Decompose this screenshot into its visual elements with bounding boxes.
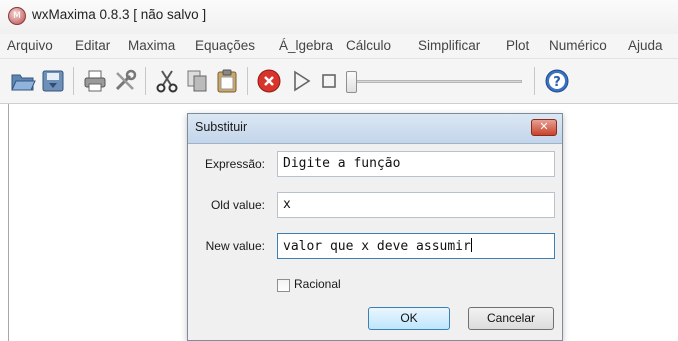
menu-arquivo[interactable]: Arquivo <box>7 38 53 53</box>
toolbar-separator <box>534 67 535 95</box>
menu-numerico[interactable]: Numérico <box>549 38 607 53</box>
copy-icon[interactable] <box>184 68 210 94</box>
close-button[interactable]: ✕ <box>531 119 557 136</box>
new-value-label: New value: <box>205 239 265 253</box>
text-caret <box>470 238 472 252</box>
menu-calculo[interactable]: Cálculo <box>346 38 391 53</box>
wxmaxima-app-icon: M <box>8 7 26 25</box>
toolbar-separator <box>145 67 146 95</box>
stop-icon[interactable] <box>316 68 342 94</box>
expression-field[interactable]: Digite a função <box>277 151 555 177</box>
save-icon[interactable] <box>40 68 66 94</box>
open-folder-icon[interactable] <box>10 68 36 94</box>
window-titlebar: M wxMaxima 0.8.3 [ não salvo ] <box>0 0 678 34</box>
rational-checkbox[interactable] <box>277 279 290 292</box>
animation-slider[interactable] <box>346 70 522 94</box>
substitute-dialog: Substituir ✕ Expressão: Digite a função … <box>187 113 563 341</box>
toolbar: ? <box>0 59 678 104</box>
menu-plot[interactable]: Plot <box>506 38 529 53</box>
cut-icon[interactable] <box>154 68 180 94</box>
old-value-field[interactable]: x <box>277 192 555 218</box>
menu-equacoes[interactable]: Equações <box>195 38 255 53</box>
help-icon[interactable]: ? <box>544 68 570 94</box>
expression-label: Expressão: <box>204 157 265 171</box>
slider-thumb[interactable] <box>346 71 357 93</box>
new-value-text: valor que x deve assumir <box>283 239 471 254</box>
ok-button[interactable]: OK <box>368 307 450 330</box>
dialog-title: Substituir <box>195 120 248 134</box>
print-icon[interactable] <box>82 68 108 94</box>
menu-bar: Arquivo Editar Maxima Equações Á_lgebra … <box>0 34 678 59</box>
old-value-label: Old value: <box>210 198 265 212</box>
interrupt-icon[interactable] <box>256 68 282 94</box>
dialog-titlebar: Substituir ✕ <box>188 114 562 144</box>
window-title: wxMaxima 0.8.3 [ não salvo ] <box>32 7 207 22</box>
new-value-field[interactable]: valor que x deve assumir <box>277 233 555 259</box>
rational-label[interactable]: Racional <box>294 277 341 291</box>
menu-ajuda[interactable]: Ajuda <box>628 38 663 53</box>
menu-editar[interactable]: Editar <box>75 38 110 53</box>
menu-maxima[interactable]: Maxima <box>128 38 175 53</box>
cancel-button[interactable]: Cancelar <box>468 307 554 330</box>
svg-text:?: ? <box>553 75 561 90</box>
preferences-icon[interactable] <box>112 68 138 94</box>
menu-simplificar[interactable]: Simplificar <box>418 38 480 53</box>
toolbar-separator <box>73 67 74 95</box>
play-icon[interactable] <box>288 68 314 94</box>
toolbar-separator <box>247 67 248 95</box>
paste-icon[interactable] <box>214 68 240 94</box>
menu-algebra[interactable]: Á_lgebra <box>279 38 333 53</box>
